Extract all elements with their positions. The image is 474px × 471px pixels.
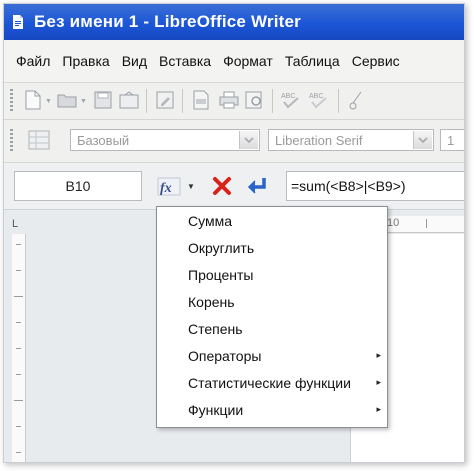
formula-dropdown-icon[interactable]: ▼: [186, 173, 196, 199]
menu-edit[interactable]: Правка: [62, 53, 109, 69]
menu-bar: Файл Правка Вид Вставка Формат Таблица С…: [4, 40, 464, 83]
formula-input[interactable]: =sum(<B8>|<B9>): [286, 171, 464, 201]
menu-item-power[interactable]: Степень: [157, 317, 387, 344]
ruler-tick: [16, 426, 21, 427]
ruler-tick: [426, 219, 427, 228]
menu-item-label: Операторы: [188, 348, 262, 364]
submenu-arrow-icon: ▸: [376, 350, 381, 360]
menu-item-label: Степень: [188, 321, 243, 337]
edit-mode-icon[interactable]: [154, 89, 176, 111]
menu-item-percent[interactable]: Проценты: [157, 263, 387, 290]
paragraph-style-value: Базовый: [77, 132, 130, 148]
ruler-tick: [16, 452, 21, 453]
formula-bar: B10 fx ▼ =sum(<B8>|<B9>): [4, 163, 464, 210]
toolbar-separator: [338, 89, 339, 113]
menu-item-label: Функции: [188, 402, 244, 418]
toolbar-separator: [182, 89, 183, 113]
ruler-tick: [16, 348, 21, 349]
menu-table[interactable]: Таблица: [285, 53, 340, 69]
menu-item-label: Статистические функции: [188, 375, 351, 391]
menu-item-label: Корень: [188, 294, 235, 310]
window-title: Без имени 1 - LibreOffice Writer: [34, 12, 302, 31]
new-document-icon[interactable]: [22, 89, 44, 111]
menu-file[interactable]: Файл: [16, 53, 50, 69]
open-folder-icon[interactable]: [56, 89, 78, 111]
cut-icon[interactable]: [346, 89, 368, 111]
styles-icon[interactable]: [28, 129, 50, 151]
tab-stop-selector[interactable]: L: [12, 218, 18, 230]
formatting-toolbar: Базовый Liberation Serif 1: [4, 120, 464, 163]
apply-icon[interactable]: [244, 173, 270, 199]
export-pdf-icon[interactable]: [190, 89, 212, 111]
formula-value: =sum(<B8>|<B9>): [291, 178, 406, 194]
ruler-tick: [16, 244, 21, 245]
save-icon[interactable]: [92, 89, 114, 111]
svg-text:fx: fx: [160, 181, 172, 196]
chevron-down-icon[interactable]: [413, 131, 432, 149]
menu-view[interactable]: Вид: [122, 53, 147, 69]
svg-text:ABC: ABC: [309, 93, 323, 100]
menu-tools[interactable]: Сервис: [352, 53, 400, 69]
font-name-value: Liberation Serif: [275, 132, 363, 148]
horizontal-ruler: 10: [384, 216, 464, 233]
menu-format[interactable]: Формат: [223, 53, 273, 69]
vertical-ruler: [12, 234, 26, 462]
formula-menu: Сумма Округлить Проценты Корень Степень …: [156, 206, 388, 428]
menu-item-label: Округлить: [188, 240, 255, 256]
ruler-tick: [16, 270, 21, 271]
spelling-icon[interactable]: ABC: [280, 89, 302, 111]
export-icon[interactable]: [118, 89, 140, 111]
toolbar-grip[interactable]: [10, 89, 13, 113]
ruler-tick: [16, 374, 21, 375]
title-bar: Без имени 1 - LibreOffice Writer: [4, 4, 464, 40]
toolbar-separator: [146, 89, 147, 113]
menu-item-sqrt[interactable]: Корень: [157, 290, 387, 317]
app-window: Без имени 1 - LibreOffice Writer Файл Пр…: [3, 3, 465, 463]
cell-reference-value: B10: [65, 178, 91, 194]
menu-item-label: Проценты: [188, 267, 254, 283]
cancel-icon[interactable]: [210, 173, 234, 199]
cell-reference-field[interactable]: B10: [14, 171, 142, 201]
menu-item-sum[interactable]: Сумма: [157, 209, 387, 236]
print-preview-icon[interactable]: [244, 89, 266, 111]
font-size-combo[interactable]: 1: [440, 129, 464, 151]
chevron-down-icon[interactable]: [239, 131, 258, 149]
menu-item-operators[interactable]: Операторы ▸: [157, 344, 387, 371]
toolbar-separator: [272, 89, 273, 113]
writer-doc-icon: [13, 15, 23, 29]
ruler-tick: [14, 400, 23, 401]
autocheck-icon[interactable]: ABC: [308, 89, 330, 111]
menu-item-label: Сумма: [188, 213, 232, 229]
font-name-combo[interactable]: Liberation Serif: [268, 129, 434, 151]
submenu-arrow-icon: ▸: [376, 404, 381, 414]
ruler-label: 10: [387, 217, 400, 229]
menu-item-round[interactable]: Округлить: [157, 236, 387, 263]
submenu-arrow-icon: ▸: [376, 377, 381, 387]
toolbar-grip[interactable]: [10, 129, 13, 153]
print-icon[interactable]: [218, 89, 240, 111]
menu-item-statistical-functions[interactable]: Статистические функции ▸: [157, 371, 387, 398]
formula-icon[interactable]: fx: [156, 173, 182, 199]
ruler-tick: [16, 322, 21, 323]
new-dropdown-icon[interactable]: ▼: [45, 98, 52, 105]
open-dropdown-icon[interactable]: ▼: [80, 98, 87, 105]
ruler-tick: [14, 296, 23, 297]
menu-insert[interactable]: Вставка: [159, 53, 211, 69]
paragraph-style-combo[interactable]: Базовый: [70, 129, 260, 151]
menu-item-functions[interactable]: Функции ▸: [157, 398, 387, 425]
font-size-value: 1: [447, 132, 455, 148]
svg-text:ABC: ABC: [281, 93, 295, 100]
standard-toolbar: ▼ ▼ ABC ABC: [4, 83, 464, 120]
